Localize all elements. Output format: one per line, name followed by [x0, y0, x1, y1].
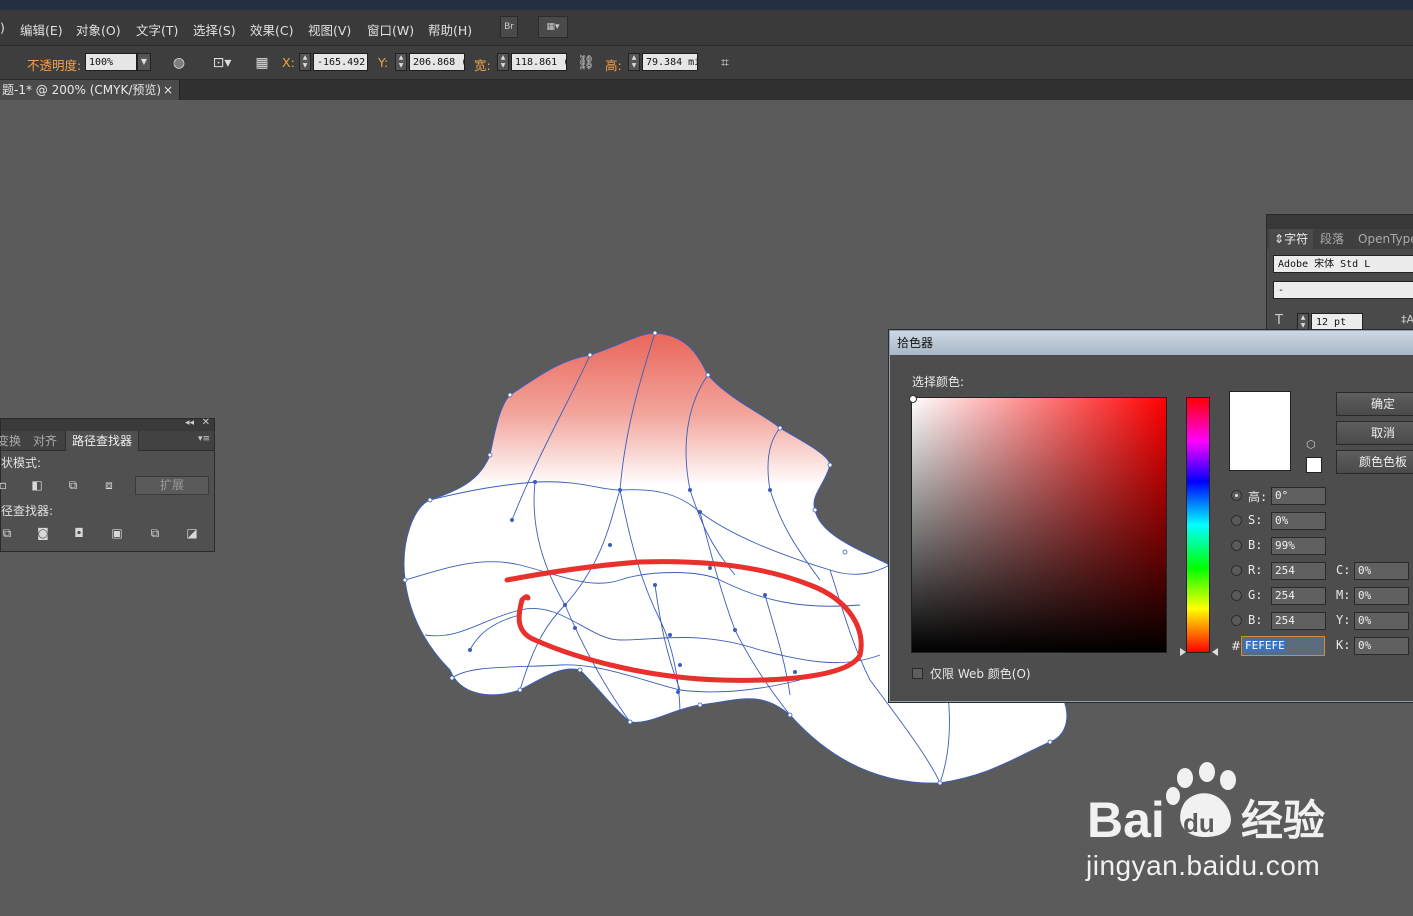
- current-color-swatch: [1229, 391, 1291, 471]
- collapse-icon[interactable]: ◂◂: [185, 418, 194, 428]
- panel-menu-icon[interactable]: ▾≡: [198, 434, 210, 444]
- black-field[interactable]: 0%: [1354, 637, 1409, 655]
- black-label: K:: [1336, 638, 1351, 652]
- panel-header[interactable]: [1267, 215, 1413, 229]
- magenta-field[interactable]: 0%: [1354, 587, 1409, 605]
- green-radio[interactable]: [1231, 590, 1242, 601]
- black-row: K: 0%: [1336, 637, 1413, 655]
- web-safe-cube-icon[interactable]: ⬡: [1306, 438, 1316, 451]
- expand-button[interactable]: 扩展: [135, 476, 209, 495]
- ok-button[interactable]: 确定: [1336, 392, 1413, 416]
- tab-transform[interactable]: 变换: [0, 431, 27, 451]
- hue-row: 高: 0°: [1231, 487, 1331, 505]
- baidu-logo-text-du: du: [1183, 808, 1215, 838]
- panel-tabs: ⇕字符 段落 OpenType: [1267, 229, 1413, 249]
- hue-slider-right-arrow[interactable]: [1212, 648, 1218, 656]
- watermark-url: jingyan.baidu.com: [1086, 850, 1321, 881]
- green-row: G: 254: [1231, 587, 1331, 605]
- blue-row: B: 254: [1231, 612, 1331, 630]
- crop-icon[interactable]: ▣: [109, 526, 125, 540]
- hue-field[interactable]: 0°: [1271, 487, 1326, 505]
- hue-slider[interactable]: [1186, 397, 1210, 653]
- panel-header[interactable]: ◂◂ ✕: [1, 417, 214, 431]
- tab-opentype[interactable]: OpenType: [1353, 229, 1413, 249]
- red-row: R: 254: [1231, 562, 1331, 580]
- hue-label: 高:: [1248, 490, 1268, 504]
- dialog-title[interactable]: 拾色器: [890, 331, 1413, 355]
- color-picker-dialog: 拾色器 选择颜色: ⬡ 确定 取消 颜色色板 高: 0° S: 0% B: 99…: [889, 330, 1413, 702]
- pathfinder-panel: ◂◂ ✕ 变换 对齐 路径查找器 ▾≡ 状模式: ▫ ◧ ⧉ ⧈ 扩展 径查找器…: [0, 417, 215, 552]
- green-field[interactable]: 254: [1271, 587, 1326, 605]
- web-colors-only-checkbox[interactable]: [912, 668, 923, 679]
- minus-back-icon[interactable]: ◪: [184, 526, 200, 540]
- color-field-cursor[interactable]: [909, 395, 917, 403]
- character-panel: ⇕字符 段落 OpenType Adobe 宋体 Std L - T ▲ ▼ 12…: [1266, 214, 1413, 334]
- font-family-field[interactable]: Adobe 宋体 Std L: [1273, 255, 1413, 273]
- font-size-field[interactable]: 12 pt: [1311, 313, 1363, 331]
- brightness-row: B: 99%: [1231, 537, 1331, 555]
- color-field[interactable]: [909, 395, 1167, 653]
- exclude-icon[interactable]: ⧈: [101, 478, 117, 492]
- saturation-label: S:: [1248, 513, 1263, 527]
- tab-character[interactable]: ⇕字符: [1269, 229, 1314, 249]
- hue-slider-left-arrow[interactable]: [1180, 648, 1186, 656]
- pathfinders-label: 径查找器:: [1, 504, 54, 518]
- tab-pathfinder[interactable]: 路径查找器: [65, 431, 140, 451]
- close-icon[interactable]: ✕: [202, 417, 210, 428]
- tab-align[interactable]: 对齐: [27, 431, 63, 451]
- baidu-logo-text: Bai: [1087, 792, 1165, 848]
- hex-value: FEFEFE: [1244, 639, 1286, 652]
- cyan-field[interactable]: 0%: [1354, 562, 1409, 580]
- brightness-field[interactable]: 99%: [1271, 537, 1326, 555]
- unite-icon[interactable]: ▫: [0, 478, 11, 492]
- red-field[interactable]: 254: [1271, 562, 1326, 580]
- red-radio[interactable]: [1231, 565, 1242, 576]
- saturation-field[interactable]: 0%: [1271, 512, 1326, 530]
- magenta-row: M: 0%: [1336, 587, 1413, 605]
- hex-field[interactable]: FEFEFE: [1241, 636, 1325, 656]
- blue-label: B:: [1248, 613, 1263, 627]
- minus-front-icon[interactable]: ◧: [29, 478, 45, 492]
- hex-hash-label: #: [1231, 639, 1242, 653]
- font-size-spinner[interactable]: ▲ ▼: [1297, 313, 1309, 331]
- hue-radio[interactable]: [1231, 490, 1242, 501]
- blue-field[interactable]: 254: [1271, 612, 1326, 630]
- cyan-label: C:: [1336, 563, 1351, 577]
- cancel-button[interactable]: 取消: [1336, 421, 1413, 445]
- tab-paragraph[interactable]: 段落: [1315, 229, 1349, 249]
- yellow-row: Y: 0%: [1336, 612, 1413, 630]
- web-colors-only-label: 仅限 Web 颜色(O): [930, 667, 1031, 681]
- blue-radio[interactable]: [1231, 615, 1242, 626]
- merge-icon[interactable]: ◘: [71, 526, 87, 540]
- leading-icon: ‡A: [1401, 313, 1413, 326]
- saturation-row: S: 0%: [1231, 512, 1331, 530]
- font-size-icon: T: [1275, 313, 1283, 328]
- trim-icon[interactable]: ◙: [35, 526, 51, 540]
- brightness-radio[interactable]: [1231, 540, 1242, 551]
- web-safe-swatch[interactable]: [1306, 457, 1322, 473]
- jingyan-logo-text: 经验: [1241, 796, 1325, 845]
- green-label: G:: [1248, 588, 1263, 602]
- yellow-field[interactable]: 0%: [1354, 612, 1409, 630]
- cyan-row: C: 0%: [1336, 562, 1413, 580]
- panel-tabs: 变换 对齐 路径查找器 ▾≡: [0, 431, 214, 451]
- red-label: R:: [1248, 563, 1263, 577]
- saturation-radio[interactable]: [1231, 515, 1242, 526]
- intersect-icon[interactable]: ⧉: [65, 478, 81, 492]
- divide-icon[interactable]: ⧉: [0, 526, 15, 540]
- yellow-label: Y:: [1336, 613, 1351, 627]
- font-style-field[interactable]: -: [1273, 281, 1413, 299]
- magenta-label: M:: [1336, 588, 1351, 602]
- shape-modes-label: 状模式:: [1, 456, 42, 470]
- color-swatches-button[interactable]: 颜色色板: [1336, 450, 1413, 474]
- outline-icon[interactable]: ⧉: [147, 526, 163, 540]
- brightness-label: B:: [1248, 538, 1263, 552]
- select-color-label: 选择颜色:: [912, 375, 965, 389]
- tab-character-label: 字符: [1284, 232, 1309, 246]
- baidu-jingyan-watermark-logo: Bai du 经验: [1087, 762, 1325, 848]
